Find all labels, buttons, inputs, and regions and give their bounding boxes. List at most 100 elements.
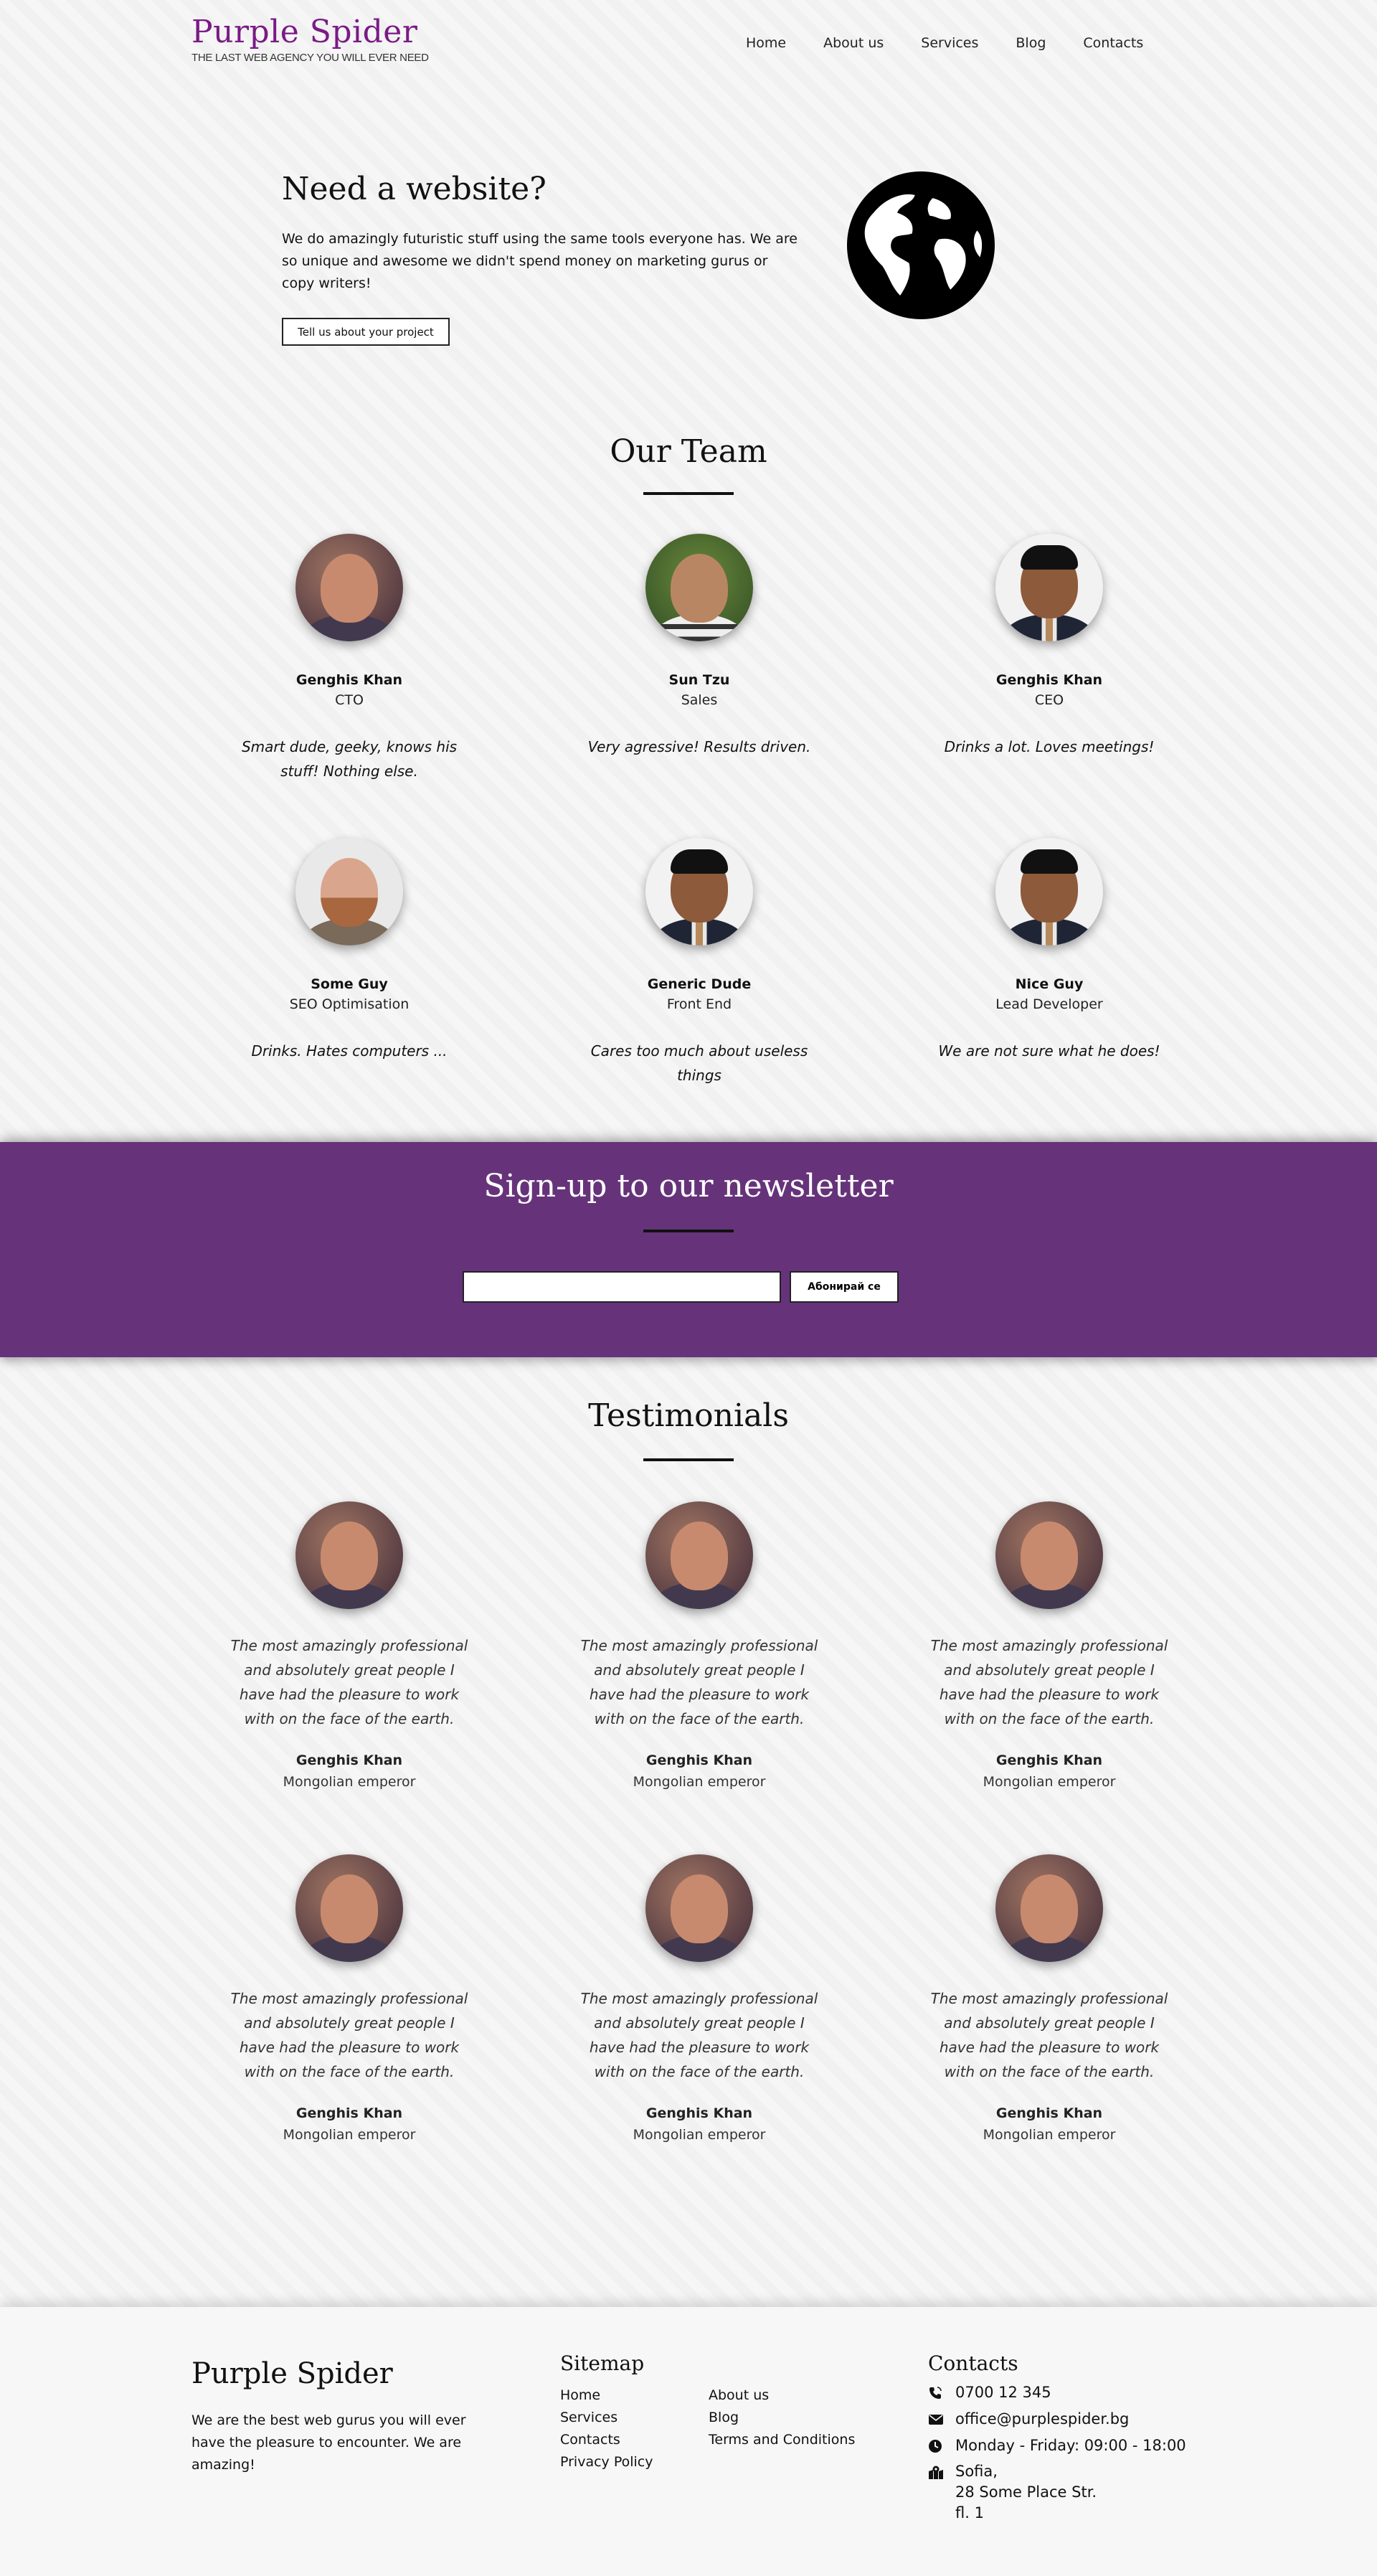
- sitemap-column-2: About us Blog Terms and Conditions: [709, 2384, 855, 2451]
- team-member-card: Genghis Khan CEO Drinks a lot. Loves mee…: [920, 534, 1178, 759]
- nav-about-us[interactable]: About us: [823, 33, 884, 53]
- testimonial-quote: The most amazingly professional and abso…: [580, 1637, 818, 1727]
- testimonial-name: Genghis Khan: [295, 1752, 403, 1768]
- logo-title[interactable]: Purple Spider: [191, 11, 429, 53]
- member-role: CEO: [1034, 692, 1064, 708]
- avatar: [295, 838, 403, 945]
- testimonial-card: The most amazingly professional and abso…: [920, 1854, 1178, 2146]
- testimonial-quote: The most amazingly professional and abso…: [230, 1990, 468, 2080]
- tell-us-button[interactable]: Tell us about your project: [282, 318, 450, 346]
- member-quote: Cares too much about useless things: [590, 1042, 808, 1084]
- map-marker-icon: [928, 2461, 947, 2483]
- footer-brand: Purple Spider: [191, 2357, 393, 2390]
- opening-hours: Monday - Friday: 09:00 - 18:00: [955, 2437, 1186, 2454]
- contact-phone: 0700 12 345: [928, 2382, 1258, 2404]
- member-quote: We are not sure what he does!: [938, 1042, 1160, 1060]
- testimonial-role: Mongolian emperor: [633, 1774, 766, 1790]
- subscribe-button[interactable]: Абонирай се: [790, 1271, 899, 1303]
- address: Sofia, 28 Some Place Str. fl. 1: [955, 2461, 1097, 2524]
- nav-services[interactable]: Services: [921, 33, 978, 53]
- member-name: Sun Tzu: [668, 672, 730, 688]
- testimonial-name: Genghis Khan: [295, 2105, 403, 2121]
- avatar: [295, 1501, 403, 1609]
- contact-hours: Monday - Friday: 09:00 - 18:00: [928, 2435, 1258, 2457]
- team-title-rule: [643, 492, 734, 495]
- testimonial-role: Mongolian emperor: [633, 2127, 766, 2143]
- avatar: [645, 838, 753, 945]
- footer-link-services[interactable]: Services: [560, 2407, 653, 2429]
- footer-link-blog[interactable]: Blog: [709, 2407, 855, 2429]
- contacts-list: 0700 12 345 office@purplespider.bg Monda…: [928, 2382, 1258, 2528]
- member-role: Lead Developer: [995, 996, 1103, 1012]
- team-member-card: Some Guy SEO Optimisation Drinks. Hates …: [220, 838, 478, 1063]
- member-role: Sales: [681, 692, 718, 708]
- team-member-card: Generic Dude Front End Cares too much ab…: [570, 838, 828, 1088]
- avatar: [645, 534, 753, 641]
- team-member-card: Sun Tzu Sales Very agressive! Results dr…: [570, 534, 828, 759]
- address-line-1: Sofia,: [955, 2463, 998, 2480]
- avatar: [295, 1854, 403, 1962]
- avatar: [295, 534, 403, 641]
- footer-link-about-us[interactable]: About us: [709, 2384, 855, 2407]
- member-name: Genghis Khan: [995, 672, 1103, 688]
- testimonial-name: Genghis Khan: [995, 2105, 1103, 2121]
- team-title: Our Team: [610, 433, 767, 470]
- avatar: [645, 1501, 753, 1609]
- newsletter-email-input[interactable]: [463, 1271, 781, 1303]
- sitemap-column-1: Home Services Contacts Privacy Policy: [560, 2384, 653, 2473]
- testimonial-card: The most amazingly professional and abso…: [570, 1854, 828, 2146]
- testimonial-role: Mongolian emperor: [283, 1774, 416, 1790]
- testimonial-name: Genghis Khan: [645, 2105, 753, 2121]
- avatar: [645, 1854, 753, 1962]
- testimonial-role: Mongolian emperor: [983, 1774, 1116, 1790]
- phone-number[interactable]: 0700 12 345: [955, 2382, 1051, 2404]
- clock-icon: [928, 2435, 947, 2457]
- testimonial-role: Mongolian emperor: [283, 2127, 416, 2143]
- contact-email: office@purplespider.bg: [928, 2408, 1258, 2430]
- testimonial-role: Mongolian emperor: [983, 2127, 1116, 2143]
- testimonial-card: The most amazingly professional and abso…: [920, 1501, 1178, 1793]
- envelope-icon: [928, 2408, 947, 2430]
- member-role: Front End: [666, 996, 732, 1012]
- testimonials-title-rule: [643, 1458, 734, 1461]
- footer-link-contacts[interactable]: Contacts: [560, 2429, 653, 2451]
- logo[interactable]: Purple Spider THE LAST WEB AGENCY YOU WI…: [191, 11, 429, 64]
- footer-link-terms[interactable]: Terms and Conditions: [709, 2429, 855, 2451]
- address-line-3: fl. 1: [955, 2504, 984, 2521]
- member-name: Some Guy: [311, 976, 388, 992]
- nav-contacts[interactable]: Contacts: [1083, 33, 1143, 53]
- address-line-2: 28 Some Place Str.: [955, 2483, 1097, 2501]
- footer-link-privacy-policy[interactable]: Privacy Policy: [560, 2451, 653, 2473]
- contacts-title: Contacts: [928, 2351, 1018, 2375]
- member-name: Generic Dude: [647, 976, 752, 992]
- testimonial-quote: The most amazingly professional and abso…: [930, 1990, 1168, 2080]
- testimonial-quote: The most amazingly professional and abso…: [930, 1637, 1168, 1727]
- avatar: [995, 838, 1103, 945]
- testimonial-quote: The most amazingly professional and abso…: [580, 1990, 818, 2080]
- main-nav: Home About us Services Blog Contacts: [746, 33, 1180, 53]
- email-address[interactable]: office@purplespider.bg: [955, 2408, 1129, 2430]
- avatar: [995, 1501, 1103, 1609]
- sitemap-title: Sitemap: [560, 2351, 645, 2375]
- member-role: SEO Optimisation: [289, 996, 410, 1012]
- site-header: Purple Spider THE LAST WEB AGENCY YOU WI…: [0, 0, 1377, 79]
- hero-title: Need a website?: [282, 171, 546, 207]
- avatar: [995, 534, 1103, 641]
- member-quote: Very agressive! Results driven.: [587, 738, 811, 755]
- globe-icon: [847, 171, 995, 319]
- member-name: Genghis Khan: [295, 672, 403, 688]
- site-footer: Purple Spider We are the best web gurus …: [0, 2307, 1377, 2576]
- nav-blog[interactable]: Blog: [1016, 33, 1046, 53]
- avatar: [995, 1854, 1103, 1962]
- phone-icon: [928, 2382, 947, 2404]
- newsletter-title-rule: [643, 1230, 734, 1232]
- footer-link-home[interactable]: Home: [560, 2384, 653, 2407]
- member-quote: Drinks. Hates computers ...: [251, 1042, 448, 1060]
- member-quote: Smart dude, geeky, knows his stuff! Noth…: [241, 738, 458, 780]
- testimonial-card: The most amazingly professional and abso…: [220, 1501, 478, 1793]
- team-member-card: Genghis Khan CTO Smart dude, geeky, know…: [220, 534, 478, 783]
- member-name: Nice Guy: [1015, 976, 1084, 992]
- newsletter-title: Sign-up to our newsletter: [483, 1168, 894, 1204]
- contact-address: Sofia, 28 Some Place Str. fl. 1: [928, 2461, 1258, 2524]
- nav-home[interactable]: Home: [746, 33, 786, 53]
